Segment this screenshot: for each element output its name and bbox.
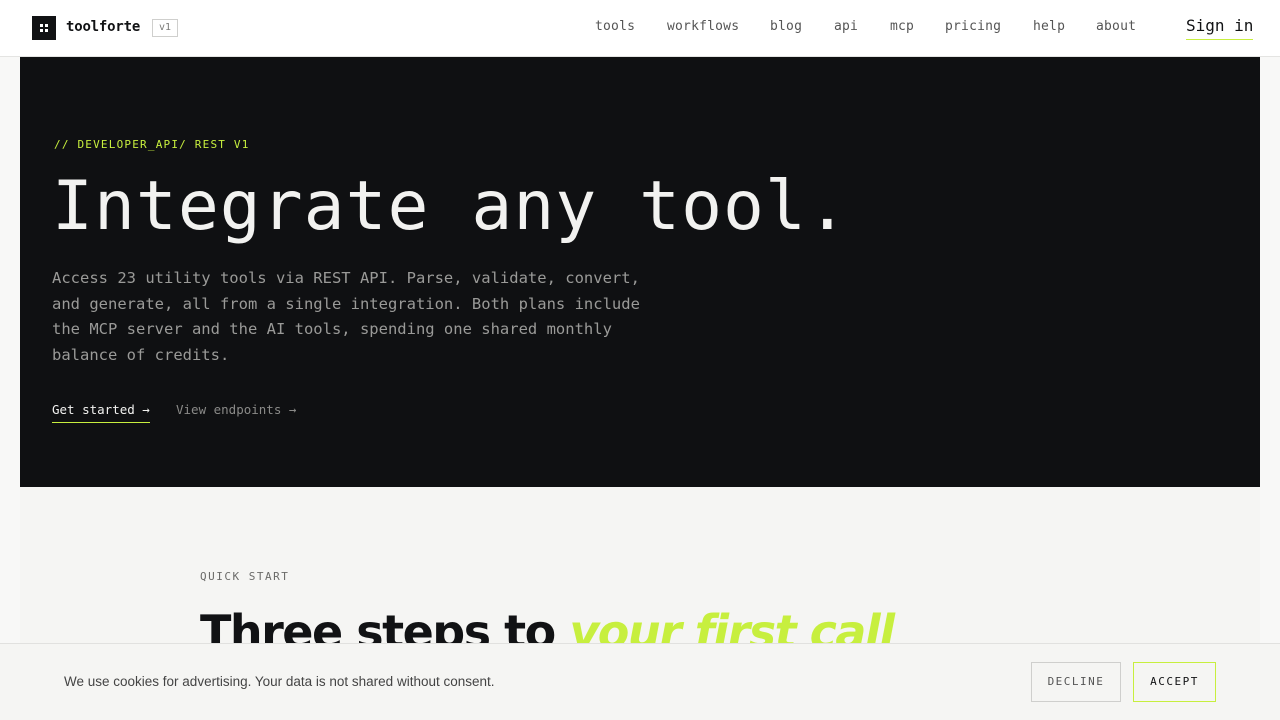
nav-link-about[interactable]: about: [1096, 19, 1136, 34]
nav-link-tools[interactable]: tools: [595, 19, 635, 34]
toolforte-logo-icon[interactable]: [32, 16, 56, 40]
top-navigation-bar: toolforte v1 tools workflows blog api mc…: [0, 0, 1280, 57]
nav-link-mcp[interactable]: mcp: [890, 19, 914, 34]
decline-cookies-button[interactable]: DECLINE: [1031, 662, 1121, 702]
cookie-consent-bar: We use cookies for advertising. Your dat…: [0, 643, 1280, 720]
version-badge: v1: [152, 19, 179, 37]
nav-link-blog[interactable]: blog: [770, 19, 802, 34]
nav-link-help[interactable]: help: [1033, 19, 1065, 34]
hero-description: Access 23 utility tools via REST API. Pa…: [52, 269, 640, 364]
sign-in-link[interactable]: Sign in: [1186, 16, 1254, 40]
hero-section: // DEVELOPER_API/ REST V1 Integrate any …: [20, 57, 1260, 487]
brand-name[interactable]: toolforte: [66, 19, 140, 35]
accept-cookies-button[interactable]: ACCEPT: [1133, 662, 1216, 702]
nav-link-workflows[interactable]: workflows: [667, 19, 739, 34]
hero-eyebrow: // DEVELOPER_API/ REST V1: [54, 138, 250, 151]
hero-title: Integrate any tool.: [52, 167, 849, 246]
get-started-link[interactable]: Get started →: [52, 402, 150, 423]
nav-link-api[interactable]: api: [834, 19, 858, 34]
cookie-message: We use cookies for advertising. Your dat…: [64, 674, 495, 689]
view-endpoints-link[interactable]: View endpoints →: [176, 402, 296, 417]
quick-start-label: QUICK START: [200, 570, 290, 583]
nav-link-pricing[interactable]: pricing: [945, 19, 1001, 34]
